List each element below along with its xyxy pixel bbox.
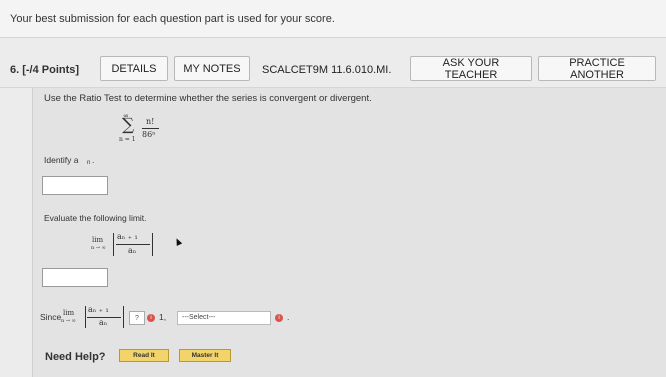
identify-label: Identify a [44,155,79,165]
master-it-button[interactable]: Master It [179,349,231,362]
series-denominator: 86ⁿ [142,130,156,139]
abs-bar-right [152,233,153,256]
series-lower-limit: n = 1 [119,136,136,143]
details-button[interactable]: DETAILS [100,56,168,81]
series-numerator: n! [146,117,155,126]
since-label: Since [40,312,62,322]
identify-an-input[interactable] [42,176,108,195]
since-denominator: aₙ [99,318,108,327]
convergence-select[interactable]: ---Select--- [177,311,271,325]
mouse-cursor-icon [173,237,183,246]
question-header: 6. [-/4 Points] DETAILS MY NOTES SCALCET… [0,50,666,88]
limit-denominator: aₙ [128,246,137,255]
evaluate-label: Evaluate the following limit. [44,213,147,223]
identify-period: . [92,155,95,165]
limit-fraction-bar [116,244,150,245]
ask-teacher-button[interactable]: ASK YOUR TEACHER [410,56,532,81]
series-sigma: ∑ [122,115,135,135]
limit-value-input[interactable] [42,268,108,287]
practice-another-button[interactable]: PRACTICE ANOTHER [538,56,656,81]
question-number-points: 6. [-/4 Points] [10,64,80,76]
limit-sub: n → ∞ [91,245,106,251]
instruction-text: Use the Ratio Test to determine whether … [44,93,372,104]
fraction-bar [142,128,159,129]
compare-one: 1, [159,312,167,322]
identify-subscript: n [87,160,91,166]
abs-bar-left [113,233,114,256]
since-numerator: aₙ ₊ ₁ [88,305,109,314]
limit-lim: lim [92,236,104,244]
limit-numerator: aₙ ₊ ₁ [117,232,138,241]
since-abs-left [85,306,86,328]
end-period: . [287,312,290,322]
since-lim: lim [63,309,75,317]
read-it-button[interactable]: Read It [119,349,169,362]
info-circle-icon[interactable]: i [275,314,283,322]
question-code: SCALCET9M 11.6.010.MI. [262,64,392,76]
info-circle-icon[interactable]: i [147,314,155,322]
banner-text: Your best submission for each question p… [10,13,335,25]
since-abs-right [123,306,124,328]
since-lim-sub: n → ∞ [61,318,76,324]
question-body: Use the Ratio Test to determine whether … [32,88,666,377]
need-help-label: Need Help? [45,351,106,363]
compare-select[interactable]: ? [129,311,145,325]
my-notes-button[interactable]: MY NOTES [174,56,250,81]
submission-banner: Your best submission for each question p… [0,0,666,38]
